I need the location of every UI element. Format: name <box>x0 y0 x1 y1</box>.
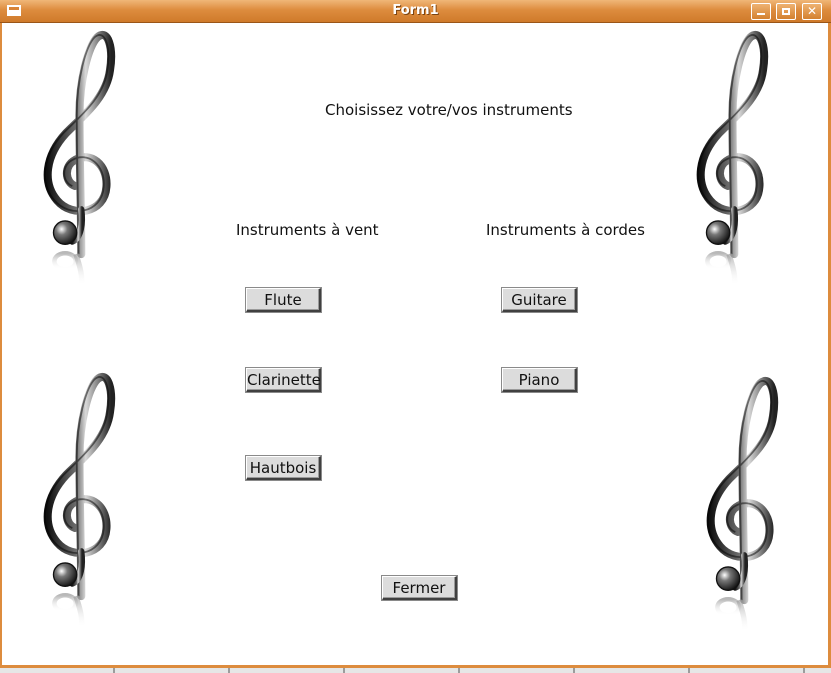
treble-clef-icon <box>693 376 783 636</box>
maximize-icon[interactable] <box>776 3 796 20</box>
close-icon[interactable]: ✕ <box>802 3 822 20</box>
flute-button[interactable]: Flute <box>246 288 321 312</box>
fermer-button[interactable]: Fermer <box>382 576 457 600</box>
title-bar[interactable]: Form1 ✕ <box>0 0 831 23</box>
minimize-icon[interactable] <box>751 3 771 20</box>
hautbois-button[interactable]: Hautbois <box>246 456 321 480</box>
form1-window: Form1 ✕ Choisissez votre/vos instruments… <box>0 0 831 673</box>
window-title: Form1 <box>392 3 439 18</box>
treble-clef-icon <box>30 372 120 632</box>
treble-clef-icon <box>683 30 773 290</box>
string-instruments-header: Instruments à cordes <box>486 221 645 239</box>
piano-button[interactable]: Piano <box>502 368 577 392</box>
wind-instruments-header: Instruments à vent <box>236 221 379 239</box>
window-frame-left <box>0 23 2 668</box>
clarinette-button[interactable]: Clarinette <box>246 368 321 392</box>
taskbar-strip <box>0 668 831 673</box>
page-title: Choisissez votre/vos instruments <box>325 101 573 119</box>
guitare-button[interactable]: Guitare <box>502 288 577 312</box>
treble-clef-icon <box>30 30 120 290</box>
